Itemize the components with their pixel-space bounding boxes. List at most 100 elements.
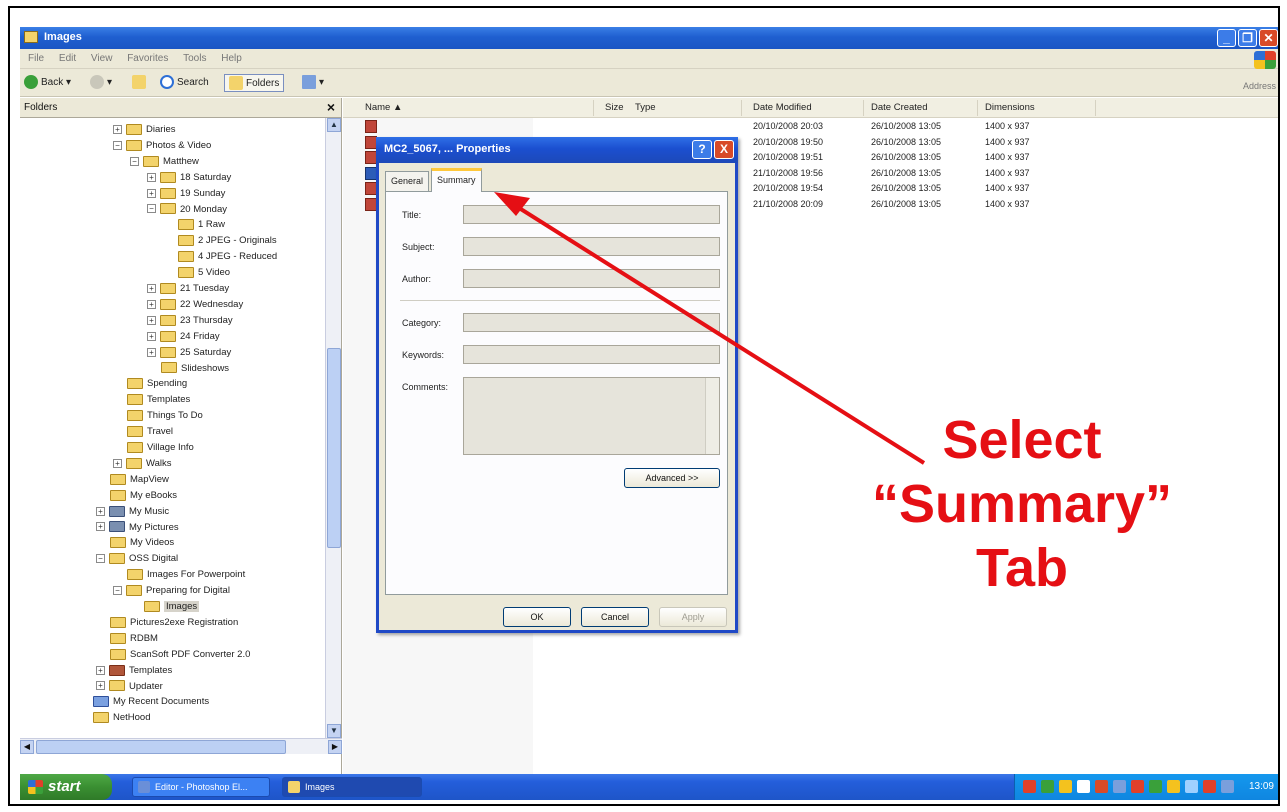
folder-tree-item[interactable]: Images xyxy=(144,599,200,615)
window-title-bar[interactable]: Images _ ❐ ✕ xyxy=(20,27,1278,49)
folder-tree-item[interactable]: +19 Sunday xyxy=(147,186,225,202)
menu-view[interactable]: View xyxy=(91,53,113,64)
views-button[interactable]: ▾ xyxy=(302,74,324,92)
author-field[interactable] xyxy=(463,269,720,288)
collapse-icon[interactable]: − xyxy=(130,156,139,166)
column-separator[interactable] xyxy=(593,100,594,116)
folder-tree-item[interactable]: RDBM xyxy=(110,631,158,647)
expand-icon[interactable]: + xyxy=(96,665,105,675)
folder-tree-item[interactable]: + Templates xyxy=(96,663,172,679)
expand-icon[interactable]: + xyxy=(96,681,105,691)
folders-button[interactable]: Folders xyxy=(224,74,285,92)
folder-tree-item[interactable]: My Videos xyxy=(110,535,174,551)
expand-icon[interactable]: + xyxy=(96,506,105,516)
tray-icon[interactable] xyxy=(1059,780,1072,793)
expand-icon[interactable]: + xyxy=(113,124,122,134)
folder-tree-item[interactable]: Pictures2exe Registration xyxy=(110,615,238,631)
folder-tree-item[interactable]: + Walks xyxy=(113,456,172,472)
scroll-left-button[interactable]: ◀ xyxy=(20,740,34,754)
column-date-created[interactable]: Date Created xyxy=(871,102,928,113)
taskbar-item-images[interactable]: Images xyxy=(282,777,422,797)
title-field[interactable] xyxy=(463,205,720,224)
dialog-title-bar[interactable]: MC2_5067, ... Properties ? X xyxy=(376,137,738,163)
maximize-button[interactable]: ❐ xyxy=(1238,29,1257,47)
folder-tree-item[interactable]: ScanSoft PDF Converter 2.0 xyxy=(110,647,250,663)
tray-icon[interactable] xyxy=(1203,780,1216,793)
tray-icon[interactable] xyxy=(1023,780,1036,793)
folder-tree-item[interactable]: MapView xyxy=(110,472,169,488)
tray-icon[interactable] xyxy=(1041,780,1054,793)
dialog-close-button[interactable]: X xyxy=(714,140,734,159)
expand-icon[interactable]: + xyxy=(147,347,156,357)
up-folder-button[interactable] xyxy=(132,74,149,92)
category-field[interactable] xyxy=(463,313,720,332)
tab-general[interactable]: General xyxy=(385,171,430,191)
column-name[interactable]: Name ▲ xyxy=(365,102,402,113)
collapse-icon[interactable]: − xyxy=(113,586,122,596)
collapse-icon[interactable]: − xyxy=(147,204,156,214)
folder-tree-item[interactable]: 5 Video xyxy=(178,265,230,281)
folder-tree-item[interactable]: NetHood xyxy=(93,710,151,726)
help-button[interactable]: ? xyxy=(692,140,712,159)
folder-tree-item[interactable]: − OSS Digital xyxy=(96,551,178,567)
expand-icon[interactable]: + xyxy=(147,315,156,325)
collapse-icon[interactable]: − xyxy=(113,140,122,150)
expand-icon[interactable]: + xyxy=(147,331,156,341)
folder-tree-item[interactable]: +25 Saturday xyxy=(147,345,231,361)
horizontal-scroll-thumb[interactable] xyxy=(36,740,286,754)
file-row[interactable]: 20/10/2008 20:03 26/10/2008 13:05 1400 x 9… xyxy=(343,119,1278,135)
scroll-up-button[interactable]: ▲ xyxy=(327,118,341,132)
folder-tree-item[interactable]: Things To Do xyxy=(127,408,203,424)
minimize-button[interactable]: _ xyxy=(1217,29,1236,47)
folder-tree-item[interactable]: +23 Thursday xyxy=(147,313,233,329)
folder-tree-item[interactable]: Travel xyxy=(127,424,173,440)
expand-icon[interactable]: + xyxy=(147,299,156,309)
scroll-right-button[interactable]: ▶ xyxy=(328,740,342,754)
menu-file[interactable]: File xyxy=(28,53,44,64)
subject-field[interactable] xyxy=(463,237,720,256)
expand-icon[interactable]: + xyxy=(113,458,122,468)
tray-icon[interactable] xyxy=(1095,780,1108,793)
scroll-thumb[interactable] xyxy=(327,348,341,548)
keywords-field[interactable] xyxy=(463,345,720,364)
collapse-icon[interactable]: − xyxy=(96,554,105,564)
folder-tree-item[interactable]: My Recent Documents xyxy=(93,694,209,710)
folder-tree-item[interactable]: My eBooks xyxy=(110,488,177,504)
folder-tree-item[interactable]: + Diaries xyxy=(113,122,176,138)
back-button[interactable]: Back ▾ xyxy=(24,74,71,92)
advanced-button[interactable]: Advanced >> xyxy=(624,468,720,488)
folder-tree-item[interactable]: + Updater xyxy=(96,679,163,695)
forward-button[interactable]: ▾ xyxy=(90,74,112,92)
folder-tree-item[interactable]: − Preparing for Digital xyxy=(113,583,230,599)
tray-icon[interactable] xyxy=(1131,780,1144,793)
menu-edit[interactable]: Edit xyxy=(59,53,76,64)
folder-tree-item[interactable]: +24 Friday xyxy=(147,329,220,345)
clock[interactable]: 13:09 xyxy=(1249,781,1274,792)
column-separator[interactable] xyxy=(863,100,864,116)
scroll-down-button[interactable]: ▼ xyxy=(327,724,341,738)
folder-tree-item[interactable]: + My Music xyxy=(96,504,169,520)
expand-icon[interactable]: + xyxy=(96,522,105,532)
apply-button[interactable]: Apply xyxy=(659,607,727,627)
tray-icon[interactable] xyxy=(1077,780,1090,793)
tray-icon[interactable] xyxy=(1113,780,1126,793)
folder-tree-item[interactable]: + My Pictures xyxy=(96,520,179,536)
folder-tree-item[interactable]: +18 Saturday xyxy=(147,170,231,186)
folder-tree-item[interactable]: 1 Raw xyxy=(178,217,225,233)
taskbar-item-photoshop[interactable]: Editor - Photoshop El... xyxy=(132,777,270,797)
column-separator[interactable] xyxy=(741,100,742,116)
folder-tree-item[interactable]: Images For Powerpoint xyxy=(127,567,245,583)
column-separator[interactable] xyxy=(1095,100,1096,116)
folder-tree-item[interactable]: − Matthew xyxy=(130,154,199,170)
folders-vertical-scrollbar[interactable]: ▲ ▼ xyxy=(325,118,341,738)
folder-tree-item[interactable]: Slideshows xyxy=(161,361,229,377)
comments-scrollbar[interactable] xyxy=(705,378,719,454)
column-size[interactable]: Size xyxy=(605,102,623,113)
search-button[interactable]: Search xyxy=(160,74,209,92)
folder-tree-item[interactable]: +21 Tuesday xyxy=(147,281,229,297)
folder-tree-item[interactable]: Spending xyxy=(127,376,187,392)
start-button[interactable]: start xyxy=(20,774,112,800)
column-separator[interactable] xyxy=(977,100,978,116)
folder-tree-item[interactable]: 2 JPEG - Originals xyxy=(178,233,277,249)
folder-tree-item[interactable]: − 20 Monday xyxy=(147,202,227,218)
